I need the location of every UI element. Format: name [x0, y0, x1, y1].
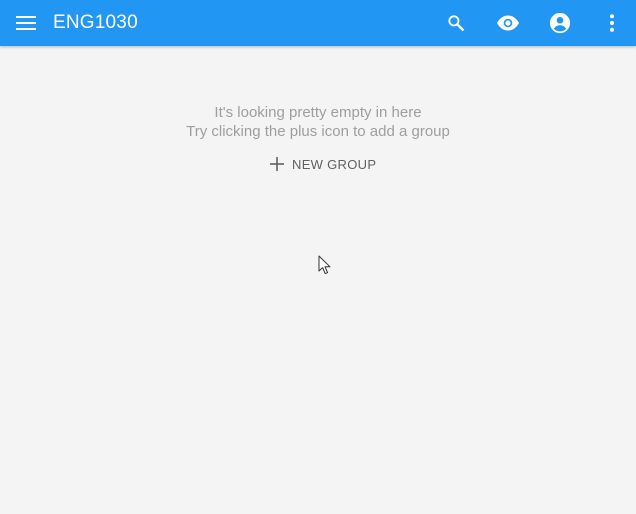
app-window: ENG1030 It's looking pretty empty in her…: [0, 0, 636, 514]
empty-state-hint: Try clicking the plus icon to add a grou…: [186, 123, 450, 140]
new-group-label: NEW GROUP: [292, 156, 377, 172]
mouse-pointer-icon: [318, 255, 331, 275]
search-icon: [448, 15, 465, 32]
more-options-button[interactable]: [600, 11, 624, 35]
empty-state: It's looking pretty empty in here Try cl…: [0, 103, 636, 141]
account-button[interactable]: [548, 11, 572, 35]
menu-button[interactable]: [14, 11, 38, 35]
more-vert-icon: [610, 14, 614, 32]
app-bar: ENG1030: [0, 0, 636, 46]
eye-icon: [497, 15, 519, 31]
new-group-button[interactable]: NEW GROUP: [262, 150, 382, 178]
account-circle-icon: [549, 12, 571, 34]
menu-icon: [16, 16, 36, 30]
empty-state-message: It's looking pretty empty in here: [214, 104, 422, 121]
visibility-button[interactable]: [496, 11, 520, 35]
search-button[interactable]: [444, 11, 468, 35]
plus-icon: [268, 155, 286, 173]
page-title: ENG1030: [53, 12, 138, 33]
